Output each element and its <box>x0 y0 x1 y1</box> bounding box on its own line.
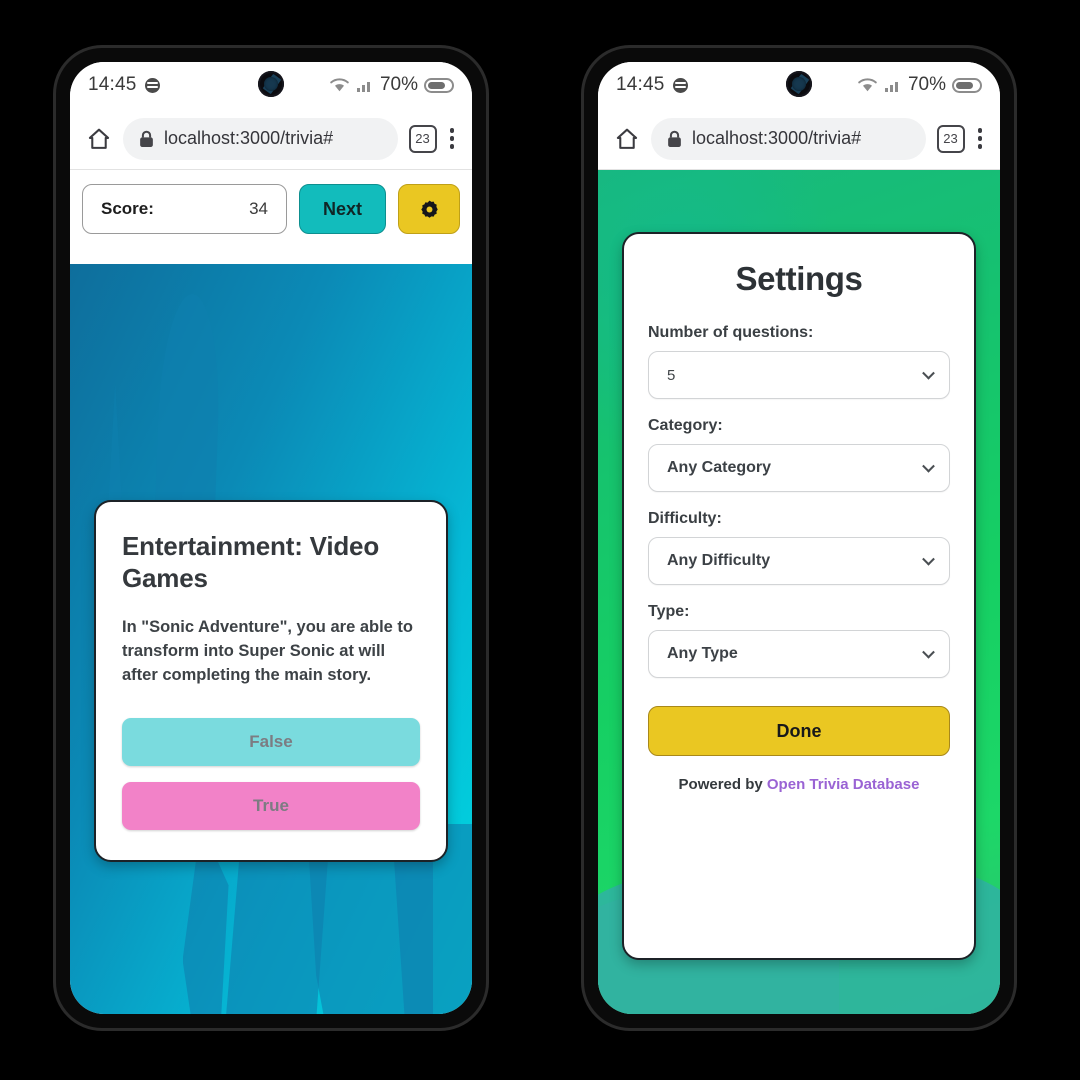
status-bar: 14:45 70% <box>70 62 472 108</box>
phone-right: 14:45 70% localhost:3000/trivia# 23 Sett… <box>584 48 1014 1028</box>
score-display: Score: 34 <box>82 184 287 234</box>
url-bar[interactable]: localhost:3000/trivia# <box>123 117 398 160</box>
answer-list: False True <box>122 718 420 831</box>
label-type: Type: <box>648 603 690 620</box>
screenshot-root: 14:45 70% localhost:3000/trivia# 23 Scor… <box>0 0 1080 1080</box>
label-difficulty: Difficulty: <box>648 510 722 527</box>
tab-count-button[interactable]: 23 <box>408 124 437 153</box>
status-time: 14:45 <box>88 74 137 95</box>
front-camera <box>258 71 284 97</box>
select-value: 5 <box>667 366 676 384</box>
select-number-of-questions[interactable]: 5 <box>648 351 950 399</box>
battery-percent: 70% <box>379 74 418 95</box>
spotify-icon <box>672 77 688 93</box>
footer-prefix: Powered by <box>678 776 767 793</box>
chevron-down-icon <box>922 552 935 566</box>
phone-right-screen: 14:45 70% localhost:3000/trivia# 23 Sett… <box>598 62 1000 1014</box>
select-difficulty[interactable]: Any Difficulty <box>648 537 950 585</box>
next-button[interactable]: Next <box>298 184 386 234</box>
label-number-of-questions: Number of questions: <box>648 324 814 341</box>
browser-toolbar: localhost:3000/trivia# 23 <box>70 108 472 170</box>
status-indicators: 70% <box>329 74 454 96</box>
open-trivia-database-link[interactable]: Open Trivia Database <box>767 776 920 793</box>
settings-card: Settings Number of questions: 5 Category… <box>622 232 976 960</box>
footer-credit: Powered by Open Trivia Database <box>648 776 950 793</box>
kebab-menu-icon[interactable] <box>976 126 985 151</box>
chevron-down-icon <box>922 459 935 473</box>
status-indicators: 70% <box>857 74 982 96</box>
url-bar[interactable]: localhost:3000/trivia# <box>651 117 926 160</box>
quiz-app: Score: 34 Next Entertainment: Video Game… <box>70 170 472 1014</box>
phone-left-screen: 14:45 70% localhost:3000/trivia# 23 Scor… <box>70 62 472 1014</box>
front-camera <box>786 71 812 97</box>
battery-icon <box>424 77 454 93</box>
tab-count-button[interactable]: 23 <box>936 124 965 153</box>
browser-toolbar: localhost:3000/trivia# 23 <box>598 108 1000 170</box>
home-icon[interactable] <box>86 126 112 152</box>
url-text: localhost:3000/trivia# <box>692 128 862 148</box>
select-type[interactable]: Any Type <box>648 630 950 678</box>
settings-app: Settings Number of questions: 5 Category… <box>598 170 1000 1014</box>
kebab-menu-icon[interactable] <box>448 126 457 151</box>
settings-button[interactable] <box>398 184 460 234</box>
settings-title: Settings <box>735 260 863 297</box>
cellular-signal-icon <box>884 82 898 92</box>
url-text: localhost:3000/trivia# <box>164 128 334 148</box>
quiz-toolbar: Score: 34 Next <box>70 170 472 250</box>
answer-button-true[interactable]: True <box>122 782 420 831</box>
question-category: Entertainment: Video Games <box>122 531 380 594</box>
label-category: Category: <box>648 417 723 434</box>
wifi-icon <box>858 78 877 92</box>
select-category[interactable]: Any Category <box>648 444 950 492</box>
score-label: Score: <box>101 199 154 218</box>
cellular-signal-icon <box>356 82 370 92</box>
battery-percent: 70% <box>907 74 946 95</box>
status-time: 14:45 <box>616 74 665 95</box>
chevron-down-icon <box>922 366 935 380</box>
select-value: Any Category <box>667 459 772 476</box>
question-text: In "Sonic Adventure", you are able to tr… <box>122 618 414 685</box>
lock-icon <box>668 130 681 147</box>
score-value: 34 <box>249 199 268 218</box>
question-card: Entertainment: Video Games In "Sonic Adv… <box>94 500 448 863</box>
select-value: Any Difficulty <box>667 552 771 569</box>
chevron-down-icon <box>922 645 935 659</box>
home-icon[interactable] <box>614 126 640 152</box>
lock-icon <box>140 130 153 147</box>
wifi-icon <box>330 78 349 92</box>
spotify-icon <box>144 77 160 93</box>
battery-icon <box>952 77 982 93</box>
phone-left: 14:45 70% localhost:3000/trivia# 23 Scor… <box>56 48 486 1028</box>
gear-icon <box>420 200 438 218</box>
select-value: Any Type <box>667 645 738 662</box>
status-bar: 14:45 70% <box>598 62 1000 108</box>
answer-button-false[interactable]: False <box>122 718 420 767</box>
done-button[interactable]: Done <box>648 706 950 756</box>
